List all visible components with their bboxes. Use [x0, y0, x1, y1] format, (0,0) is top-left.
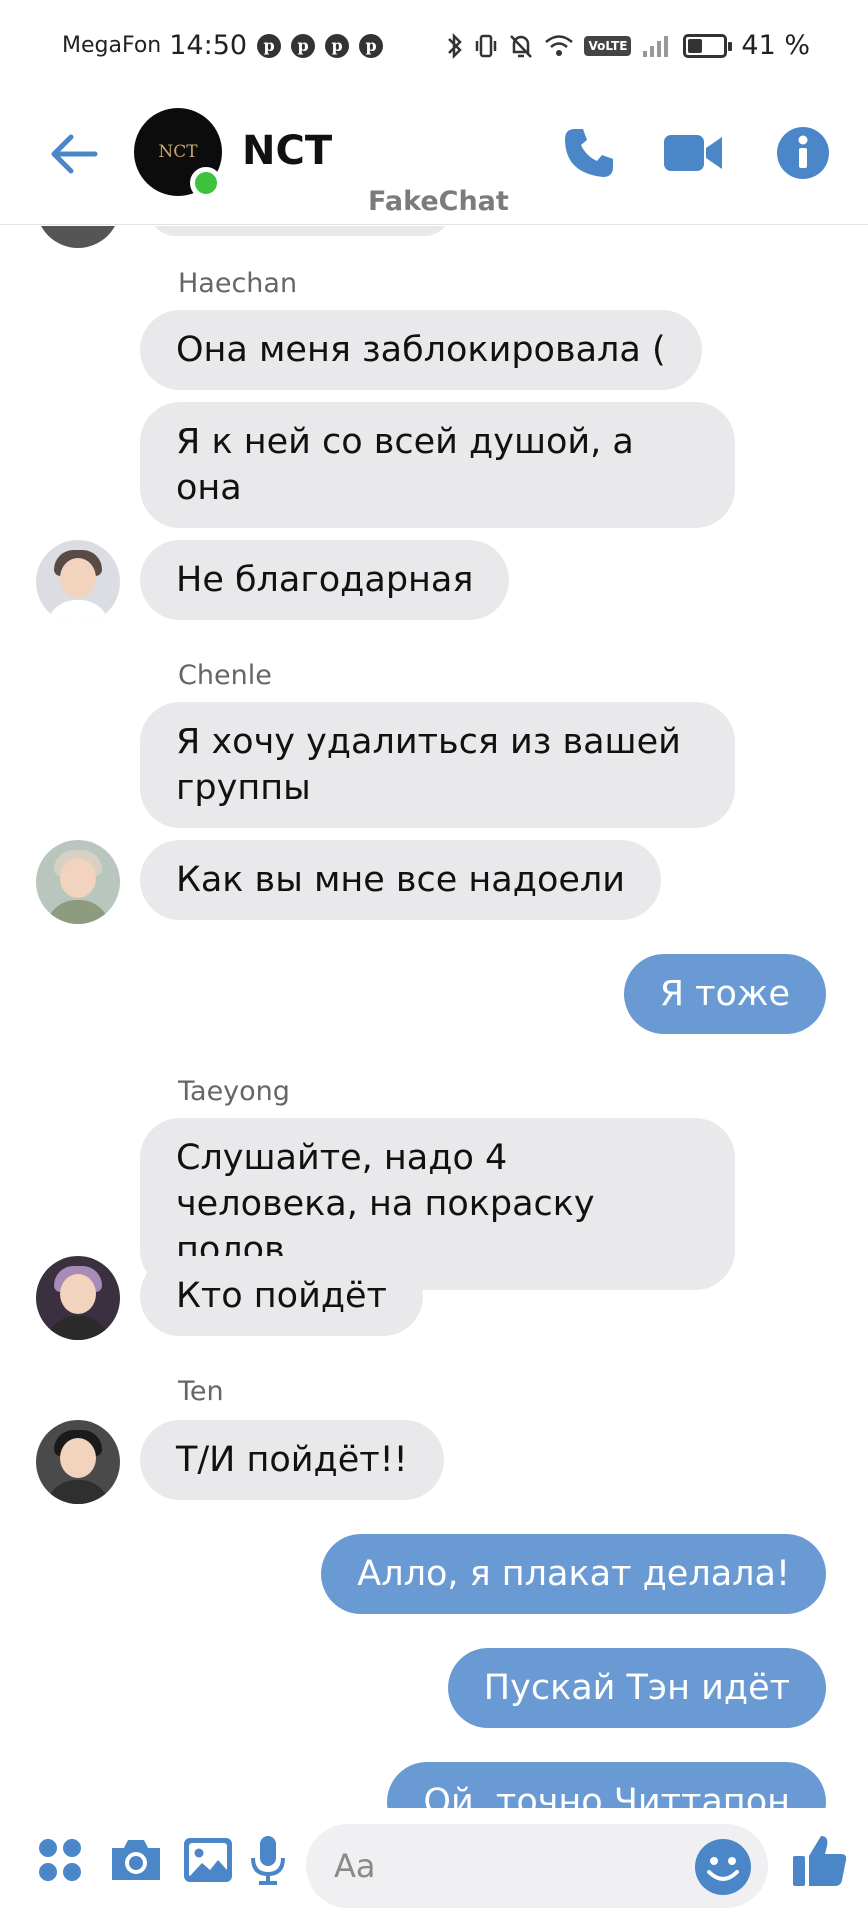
message-bubble[interactable]: Т/И пойдёт!! [140, 1420, 444, 1500]
info-button[interactable] [772, 122, 834, 184]
message-bubble[interactable]: Я к ней со всей душой, а она [140, 402, 735, 528]
message-bubble-outgoing[interactable]: Алло, я плакат делала! [321, 1534, 826, 1614]
composer-bar [0, 1808, 868, 1920]
like-button[interactable] [788, 1830, 852, 1890]
status-left: MegaFon 14:50 p p p p [62, 30, 384, 61]
status-bar: MegaFon 14:50 p p p p VoLTE 41 % [0, 0, 868, 100]
avatar-ten[interactable] [36, 1420, 120, 1504]
mute-bell-icon [508, 32, 534, 60]
video-camera-icon [664, 135, 722, 171]
signal-icon [641, 33, 671, 59]
message-bubble[interactable]: Кто пойдёт [140, 1256, 423, 1336]
microphone-icon [251, 1836, 285, 1885]
info-icon [777, 127, 829, 179]
avatar-haechan[interactable] [36, 540, 120, 624]
back-arrow-icon [51, 134, 98, 174]
message-bubble[interactable]: Не благодарная [140, 540, 510, 620]
vibrate-icon [474, 32, 498, 60]
message-bubble-outgoing[interactable]: Ой, точно Читтапон [387, 1762, 826, 1808]
thumbs-up-icon [793, 1836, 847, 1886]
sender-name: Ten [178, 1376, 224, 1407]
volte-badge: VoLTE [584, 35, 632, 56]
avatar[interactable] [36, 226, 120, 248]
gallery-button[interactable] [178, 1830, 238, 1890]
message-bubble[interactable]: Она меня заблокировала ( [140, 310, 702, 390]
camera-button[interactable] [106, 1830, 166, 1890]
pinterest-icon: p [325, 33, 350, 58]
message-bubble-outgoing[interactable]: Пускай Тэн идёт [447, 1648, 826, 1728]
wifi-icon [544, 33, 574, 59]
voice-call-button[interactable] [558, 122, 620, 184]
group-avatar-logo: NCT [158, 142, 198, 162]
battery-level [688, 38, 703, 53]
back-button[interactable] [46, 126, 102, 182]
sender-name: Taeyong [178, 1076, 290, 1107]
pinterest-icon: p [257, 33, 282, 58]
video-call-button[interactable] [662, 122, 724, 184]
battery-icon [683, 33, 733, 58]
apps-button[interactable] [30, 1830, 90, 1890]
message-bubble[interactable]: Я хочу удалиться из вашей группы [140, 702, 735, 828]
phone-icon [565, 129, 613, 177]
avatar-chenle[interactable] [36, 840, 120, 924]
apps-grid-icon [39, 1839, 81, 1881]
pinterest-icon: p [291, 33, 316, 58]
bluetooth-icon [446, 32, 464, 60]
voice-message-button[interactable] [238, 1830, 298, 1890]
sender-name: Haechan [178, 268, 298, 299]
message-list[interactable]: Haechan Она меня заблокировала ( Я к ней… [0, 226, 868, 1808]
chat-title[interactable]: NCT [242, 128, 332, 174]
pinterest-icon: p [359, 33, 384, 58]
emoji-button[interactable] [694, 1838, 752, 1896]
image-icon [184, 1838, 232, 1882]
battery-percent: 41 % [741, 30, 810, 61]
camera-icon [112, 1840, 160, 1880]
sender-name: Chenle [178, 660, 272, 691]
online-indicator [190, 167, 222, 199]
watermark: FakeChat [368, 186, 509, 217]
chat-header: NCT NCT FakeChat [0, 100, 868, 225]
smiley-icon [695, 1839, 751, 1895]
message-bubble[interactable]: Как вы мне все надоели [140, 840, 662, 920]
carrier-name: MegaFon [62, 33, 162, 58]
status-time: 14:50 [169, 30, 248, 61]
message-bubble-partial[interactable] [150, 226, 450, 236]
status-right: VoLTE 41 % [436, 30, 810, 61]
message-bubble-outgoing[interactable]: Я тоже [623, 954, 826, 1034]
avatar-taeyong[interactable] [36, 1256, 120, 1340]
